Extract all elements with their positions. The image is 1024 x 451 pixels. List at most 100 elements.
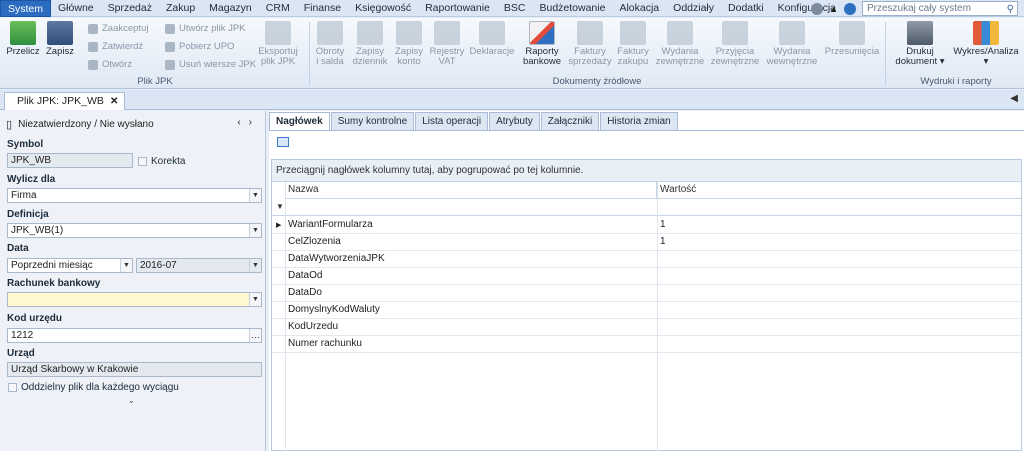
zapisy-dziennik-button[interactable]: Zapisy dziennik — [350, 21, 390, 67]
wydania-zewnetrzne-button[interactable]: Wydania zewnętrzne — [654, 21, 706, 67]
help-icon[interactable] — [844, 2, 856, 15]
minimize-ribbon-icon[interactable]: ▲ — [829, 4, 838, 14]
filter-icon[interactable]: ▼ — [276, 202, 284, 211]
table-row[interactable]: KodUrzedu — [272, 319, 1021, 336]
data-label: Data — [7, 243, 29, 254]
definicja-dropdown[interactable]: JPK_WB(1) ▼ — [7, 223, 262, 238]
usun-wiersze-button[interactable]: Usuń wiersze JPK — [165, 59, 256, 70]
column-header-nazwa[interactable]: Nazwa — [285, 182, 657, 199]
menu-ksiegowosc[interactable]: Księgowość — [348, 0, 418, 17]
chevron-down-icon[interactable]: ▼ — [249, 259, 261, 272]
document-tab-strip: Plik JPK: JPK_WB ✕ ◀ — [0, 90, 1024, 110]
tab-historia-zmian[interactable]: Historia zmian — [600, 112, 678, 130]
deklaracje-button[interactable]: Deklaracje — [468, 21, 516, 57]
tab-zalaczniki[interactable]: Załączniki — [540, 112, 600, 130]
wydania-wewnetrzne-button[interactable]: Wydania wewnętrzne — [764, 21, 820, 67]
symbol-label: Symbol — [7, 139, 44, 150]
przelicz-button[interactable]: Przelicz — [6, 21, 40, 57]
table-row[interactable]: ▶ WariantFormularza 1 — [272, 217, 1021, 234]
rejestry-vat-button[interactable]: Rejestry VAT — [428, 21, 466, 67]
menu-sprzedaz[interactable]: Sprzedaż — [101, 0, 159, 17]
zapisy-konto-button[interactable]: Zapisy konto — [392, 21, 426, 67]
data-period-field[interactable]: 2016-07 ▼ — [136, 258, 262, 273]
detail-tabs: Nagłówek Sumy kontrolne Lista operacji A… — [269, 112, 679, 130]
chevron-left-icon[interactable]: ◀ — [1010, 93, 1018, 104]
menu-raportowanie[interactable]: Raportowanie — [418, 0, 497, 17]
menu-crm[interactable]: CRM — [259, 0, 297, 17]
faktury-zakupu-button[interactable]: Faktury zakupu — [614, 21, 652, 67]
chevron-down-icon[interactable]: ▼ — [249, 189, 261, 202]
eksportuj-button[interactable]: Eksportuj plik JPK — [256, 21, 300, 67]
ribbon-separator — [885, 22, 886, 86]
menu-finanse[interactable]: Finanse — [297, 0, 348, 17]
symbol-field[interactable]: JPK_WB — [7, 153, 133, 168]
menu-zakup[interactable]: Zakup — [159, 0, 202, 17]
drukuj-dokument-button[interactable]: Drukuj dokument ▾ — [890, 21, 950, 67]
przyjecia-zewnetrzne-button[interactable]: Przyjęcia zewnętrzne — [708, 21, 762, 67]
expand-chevron-icon[interactable]: ⌄ — [128, 396, 135, 405]
menu-bsc[interactable]: BSC — [497, 0, 533, 17]
wylicz-dropdown[interactable]: Firma ▼ — [7, 188, 262, 203]
tab-atrybuty[interactable]: Atrybuty — [489, 112, 540, 130]
ellipsis-button[interactable]: … — [249, 329, 261, 342]
menu-more-icon[interactable] — [811, 2, 824, 15]
tab-naglowek[interactable]: Nagłówek — [269, 112, 330, 130]
zatwierdz-button[interactable]: Zatwierdź — [88, 41, 143, 52]
menu-oddzialy[interactable]: Oddziały — [666, 0, 721, 17]
document-tab-jpk-wb[interactable]: Plik JPK: JPK_WB ✕ — [4, 92, 126, 110]
table-row[interactable]: CelZlozenia 1 — [272, 234, 1021, 251]
kod-urzedu-field[interactable]: 1212 … — [7, 328, 262, 343]
approve-icon — [88, 41, 98, 52]
grid-export-icon[interactable] — [277, 137, 289, 147]
menu-system[interactable]: System — [0, 0, 52, 17]
filter-row[interactable]: ▼ — [272, 199, 1021, 216]
korekta-checkbox[interactable]: Korekta — [138, 156, 185, 167]
menu-glowne[interactable]: Główne — [51, 0, 101, 17]
table-row[interactable]: Numer rachunku — [272, 336, 1021, 353]
menu-alokacja[interactable]: Alokacja — [612, 0, 666, 17]
search-icon[interactable]: ⚲ — [1007, 3, 1014, 16]
utworz-plik-button[interactable]: Utwórz plik JPK — [165, 23, 246, 34]
ribbon: Przelicz Zapisz Zaakceptuj Zatwierdź Otw… — [0, 18, 1024, 89]
tab-lista-operacji[interactable]: Lista operacji — [415, 112, 489, 130]
faktury-sprzedazy-button[interactable]: Faktury sprzedaży — [568, 21, 612, 67]
group-by-hint: Przeciągnij nagłówek kolumny tutaj, aby … — [272, 160, 1021, 182]
ribbon-separator — [309, 22, 310, 86]
zapisz-button[interactable]: Zapisz — [44, 21, 76, 57]
chevron-down-icon[interactable]: ▼ — [249, 224, 261, 237]
group-label-wydruki: Wydruki i raporty — [920, 76, 992, 87]
close-icon[interactable]: ✕ — [110, 93, 118, 110]
vat-register-icon — [434, 21, 460, 45]
column-header-wartosc[interactable]: Wartość — [657, 182, 1021, 199]
oddzielny-plik-checkbox[interactable]: Oddzielny plik dla każdego wyciągu — [8, 382, 179, 393]
kod-urzedu-label: Kod urzędu — [7, 313, 62, 324]
pobierz-upo-button[interactable]: Pobierz UPO — [165, 41, 234, 52]
rachunek-dropdown[interactable]: ▼ — [7, 292, 262, 307]
global-search-input[interactable]: Przeszukaj cały system ⚲ — [862, 1, 1018, 16]
otworz-button[interactable]: Otwórz — [88, 59, 132, 70]
data-range-dropdown[interactable]: Poprzedni miesiąc ▼ — [7, 258, 133, 273]
delete-rows-icon — [165, 59, 175, 70]
zaakceptuj-button[interactable]: Zaakceptuj — [88, 23, 148, 34]
truck-in-icon — [722, 21, 748, 45]
chevron-down-icon[interactable]: ▼ — [249, 293, 261, 306]
chevron-down-icon[interactable]: ▼ — [120, 259, 132, 272]
checkbox-box[interactable] — [138, 157, 147, 166]
menu-dodatki[interactable]: Dodatki — [721, 0, 771, 17]
book-icon: ▯ — [6, 118, 13, 131]
table-row[interactable]: DataWytworzeniaJPK — [272, 251, 1021, 268]
table-row[interactable]: DataOd — [272, 268, 1021, 285]
right-panel: Nagłówek Sumy kontrolne Lista operacji A… — [269, 111, 1024, 451]
collapse-arrows-icon[interactable]: ‹› — [237, 117, 260, 128]
checkbox-box[interactable] — [8, 383, 17, 392]
tab-sumy-kontrolne[interactable]: Sumy kontrolne — [330, 112, 415, 130]
obroty-button[interactable]: Obroty i salda — [313, 21, 347, 67]
menu-magazyn[interactable]: Magazyn — [202, 0, 259, 17]
menu-budzetowanie[interactable]: Budżetowanie — [532, 0, 612, 17]
przesuniecia-button[interactable]: Przesunięcia — [824, 21, 880, 57]
wykres-analiza-button[interactable]: Wykres/Analiza ▾ — [952, 21, 1020, 67]
warehouse-icon — [779, 21, 805, 45]
table-row[interactable]: DomyslnyKodWaluty — [272, 302, 1021, 319]
table-row[interactable]: DataDo — [272, 285, 1021, 302]
raporty-bankowe-button[interactable]: Raporty bankowe — [520, 21, 564, 67]
